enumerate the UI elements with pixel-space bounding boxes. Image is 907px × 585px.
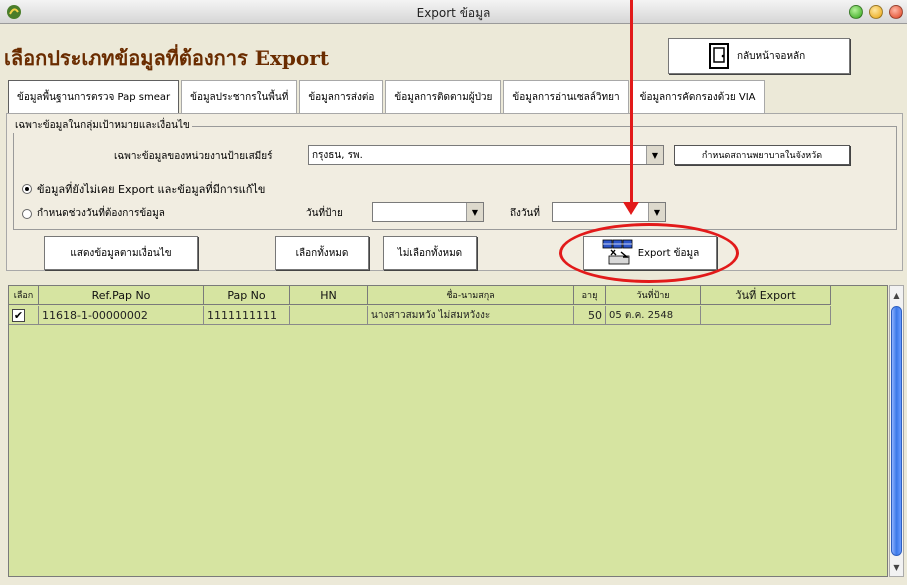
age-cell: 50 <box>574 306 606 325</box>
ref-pap-no-cell: 11618-1-00000002 <box>39 306 204 325</box>
tab-pap-smear[interactable]: ข้อมูลพื้นฐานการตรวจ Pap smear <box>8 80 180 114</box>
radio-indicator-on[interactable] <box>22 184 32 194</box>
scroll-thumb[interactable] <box>891 306 902 556</box>
column-header-export-date[interactable]: วันที่ Export <box>701 286 831 305</box>
window-title: Export ข้อมูล <box>416 6 491 20</box>
column-header-select[interactable]: เลือก <box>9 286 39 305</box>
radio-unexported[interactable]: ข้อมูลที่ยังไม่เคย Export และข้อมูลที่มี… <box>22 180 265 198</box>
maximize-button[interactable] <box>849 5 863 19</box>
row-checkbox[interactable]: ✔ <box>12 308 25 322</box>
chevron-down-icon[interactable]: ▼ <box>648 203 665 221</box>
date-to-select[interactable]: ▼ <box>552 202 666 222</box>
unit-select[interactable]: กรุงธน, รพ. ▼ <box>308 145 664 165</box>
annotation-arrow-head <box>623 202 639 215</box>
page-title: เลือกประเภทข้อมูลที่ต้องการ Export <box>4 46 329 70</box>
records-table: เลือก Ref.Pap No Pap No HN ชื่อ-นามสกุล … <box>8 285 888 577</box>
smear-date-cell: 05 ต.ค. 2548 <box>606 306 701 325</box>
door-icon <box>709 43 729 69</box>
column-header-pap-no[interactable]: Pap No <box>204 286 290 305</box>
scroll-down-arrow-icon[interactable]: ▼ <box>890 560 903 574</box>
column-header-hn[interactable]: HN <box>290 286 368 305</box>
name-cell: นางสาวสมหวัง ไม่สมหวังงะ <box>368 306 574 325</box>
filter-group-label: เฉพาะข้อมูลในกลุ่มเป้าหมายและเงื่อนไข <box>13 118 192 133</box>
date-to-label: ถึงวันที่ <box>510 208 540 219</box>
radio-indicator-off[interactable] <box>22 208 32 219</box>
pap-no-cell: 1111111111 <box>204 306 290 325</box>
radio-unexported-label: ข้อมูลที่ยังไม่เคย Export และข้อมูลที่มี… <box>37 183 266 196</box>
tab-via-screening[interactable]: ข้อมูลการคัดกรองด้วย VIA <box>630 80 765 114</box>
column-header-ref-pap-no[interactable]: Ref.Pap No <box>39 286 204 305</box>
minimize-button[interactable] <box>869 5 883 19</box>
hn-cell <box>290 306 368 325</box>
chevron-down-icon[interactable]: ▼ <box>466 203 483 221</box>
tab-population[interactable]: ข้อมูลประชากรในพื้นที่ <box>181 80 298 114</box>
tab-referral[interactable]: ข้อมูลการส่งต่อ <box>299 80 384 114</box>
export-date-cell <box>701 306 831 325</box>
column-header-age[interactable]: อายุ <box>574 286 606 305</box>
radio-date-range[interactable]: กำหนดช่วงวันที่ต้องการข้อมูล <box>22 206 165 221</box>
export-window: Export ข้อมูล เลือกประเภทข้อมูลที่ต้องกา… <box>0 0 907 585</box>
date-from-label: วันที่ป้าย <box>306 208 343 219</box>
deselect-all-button[interactable]: ไม่เลือกทั้งหมด <box>383 236 477 270</box>
scroll-up-arrow-icon[interactable]: ▲ <box>890 288 903 302</box>
annotation-arrow-shaft <box>630 0 633 205</box>
home-button[interactable]: กลับหน้าจอหลัก <box>668 38 850 74</box>
close-button[interactable] <box>889 5 903 19</box>
row-select-cell[interactable]: ✔ <box>9 306 39 325</box>
show-data-button[interactable]: แสดงข้อมูลตามเงื่อนไข <box>44 236 198 270</box>
unit-select-value: กรุงธน, รพ. <box>312 149 363 161</box>
tab-cytology[interactable]: ข้อมูลการอ่านเซลล์วิทยา <box>503 80 629 114</box>
chevron-down-icon[interactable]: ▼ <box>646 146 663 164</box>
column-header-smear-date[interactable]: วันที่ป้าย <box>606 286 701 305</box>
tab-followup[interactable]: ข้อมูลการติดตามผู้ป่วย <box>385 80 502 114</box>
title-bar[interactable]: Export ข้อมูล <box>0 0 907 24</box>
vertical-scrollbar[interactable]: ▲ ▼ <box>889 285 904 577</box>
radio-date-range-label: กำหนดช่วงวันที่ต้องการข้อมูล <box>37 208 165 219</box>
table-header: เลือก Ref.Pap No Pap No HN ชื่อ-นามสกุล … <box>9 286 831 305</box>
table-row[interactable]: ✔ 11618-1-00000002 1111111111 นางสาวสมหว… <box>9 306 831 325</box>
column-header-name[interactable]: ชื่อ-นามสกุล <box>368 286 574 305</box>
annotation-highlight-oval <box>559 223 739 283</box>
select-all-button[interactable]: เลือกทั้งหมด <box>275 236 369 270</box>
define-hospital-button[interactable]: กำหนดสถานพยาบาลในจังหวัด <box>674 145 850 165</box>
unit-label: เฉพาะข้อมูลของหน่วยงานป้ายเสมียร์ <box>114 151 273 162</box>
home-button-label: กลับหน้าจอหลัก <box>737 50 806 62</box>
tab-bar: ข้อมูลพื้นฐานการตรวจ Pap smear ข้อมูลประ… <box>8 80 767 114</box>
date-from-select[interactable]: ▼ <box>372 202 484 222</box>
